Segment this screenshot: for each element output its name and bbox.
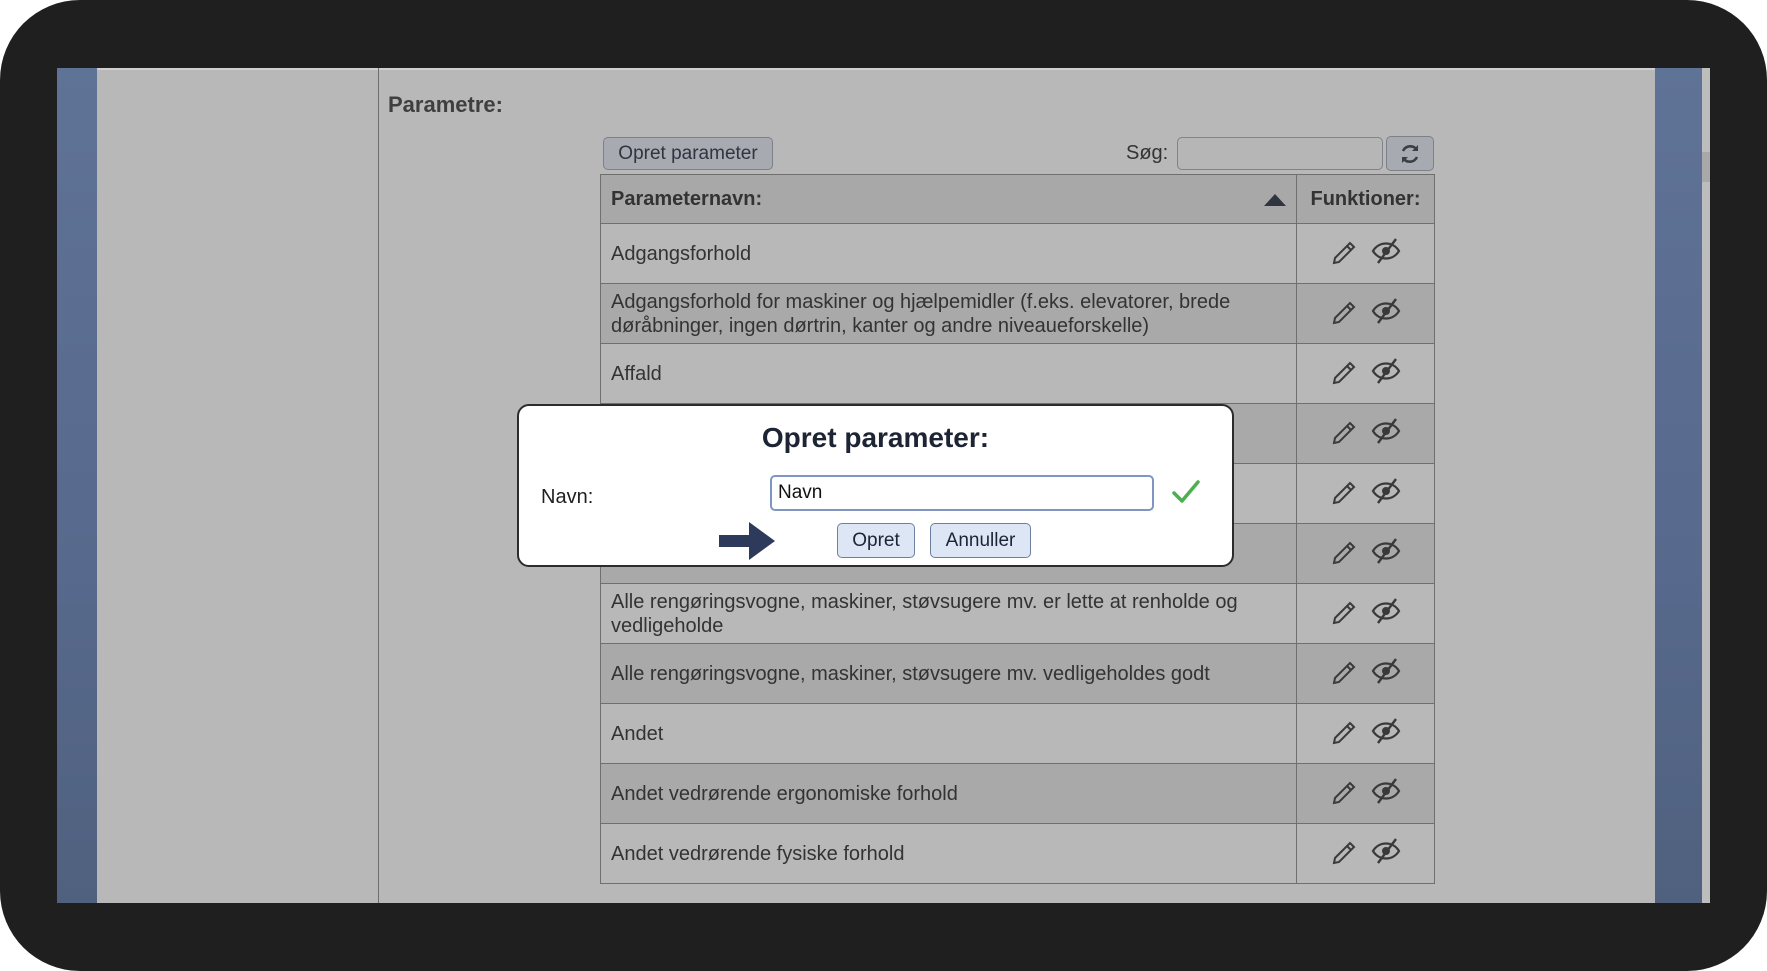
edit-pencil-icon[interactable]: [1330, 716, 1360, 746]
parameter-name: Alle rengøringsvogne, maskiner, støvsuge…: [600, 643, 1297, 704]
edit-pencil-icon[interactable]: [1330, 536, 1360, 566]
hide-eye-icon[interactable]: [1370, 296, 1402, 326]
edit-pencil-icon[interactable]: [1330, 776, 1360, 806]
search-label: Søg:: [1126, 142, 1169, 164]
scrollbar-thumb[interactable]: [1702, 152, 1710, 182]
table-row: Adgangsforhold for maskiner og hjælpemid…: [600, 283, 1435, 344]
table-row: Affald: [600, 343, 1435, 404]
top-border: [97, 68, 1655, 70]
left-background-panel: [57, 68, 97, 903]
hide-eye-icon[interactable]: [1370, 596, 1402, 626]
hide-eye-icon[interactable]: [1370, 236, 1402, 266]
parameter-name: Andet vedrørende fysiske forhold: [600, 823, 1297, 884]
edit-pencil-icon[interactable]: [1330, 476, 1360, 506]
create-parameter-button[interactable]: Opret parameter: [603, 137, 773, 170]
scrollbar-track[interactable]: [1702, 68, 1710, 903]
hide-eye-icon[interactable]: [1370, 476, 1402, 506]
edit-pencil-icon[interactable]: [1330, 296, 1360, 326]
edit-pencil-icon[interactable]: [1330, 416, 1360, 446]
parameter-name: Affald: [600, 343, 1297, 404]
table-row: Andet vedrørende ergonomiske forhold: [600, 763, 1435, 824]
hide-eye-icon[interactable]: [1370, 656, 1402, 686]
refresh-button[interactable]: [1386, 136, 1434, 171]
create-parameter-dialog: Opret parameter: Navn: Opret Annuller: [517, 404, 1234, 567]
table-row: Adgangsforhold: [600, 223, 1435, 284]
edit-pencil-icon[interactable]: [1330, 656, 1360, 686]
column-header-functions: Funktioner:: [1296, 174, 1435, 224]
sort-ascending-icon[interactable]: [1264, 193, 1286, 206]
search-input[interactable]: [1177, 137, 1383, 170]
checkmark-icon: [1172, 480, 1200, 503]
table-row: Alle rengøringsvogne, maskiner, støvsuge…: [600, 643, 1435, 704]
name-label: Navn:: [541, 486, 594, 508]
hide-eye-icon[interactable]: [1370, 416, 1402, 446]
table-row: Andet: [600, 703, 1435, 764]
hide-eye-icon[interactable]: [1370, 536, 1402, 566]
cancel-button[interactable]: Annuller: [930, 523, 1031, 558]
parameter-name: Andet vedrørende ergonomiske forhold: [600, 763, 1297, 824]
hide-eye-icon[interactable]: [1370, 356, 1402, 386]
parameter-name: Alle rengøringsvogne, maskiner, støvsuge…: [600, 583, 1297, 644]
hide-eye-icon[interactable]: [1370, 776, 1402, 806]
dialog-title: Opret parameter:: [761, 422, 990, 453]
parameter-name: Adgangsforhold: [600, 223, 1297, 284]
table-row: Alle rengøringsvogne, maskiner, støvsuge…: [600, 583, 1435, 644]
name-input[interactable]: [770, 475, 1154, 511]
right-background-panel: [1655, 68, 1702, 903]
table-row: Andet vedrørende fysiske forhold: [600, 823, 1435, 884]
hide-eye-icon[interactable]: [1370, 716, 1402, 746]
confirm-create-button[interactable]: Opret: [837, 523, 915, 558]
pointer-arrow-icon: [719, 522, 775, 560]
hide-eye-icon[interactable]: [1370, 836, 1402, 866]
column-header-name[interactable]: Parameternavn:: [600, 174, 1297, 224]
edit-pencil-icon[interactable]: [1330, 356, 1360, 386]
sidebar-divider: [378, 68, 379, 903]
device-frame: Parametre: Opret parameter Søg: Paramete…: [0, 0, 1767, 971]
app-screen: Parametre: Opret parameter Søg: Paramete…: [57, 68, 1710, 903]
refresh-icon: [1401, 144, 1419, 163]
edit-pencil-icon[interactable]: [1330, 596, 1360, 626]
edit-pencil-icon[interactable]: [1330, 836, 1360, 866]
parameter-name: Andet: [600, 703, 1297, 764]
edit-pencil-icon[interactable]: [1330, 236, 1360, 266]
section-title: Parametre:: [388, 92, 503, 117]
parameter-name: Adgangsforhold for maskiner og hjælpemid…: [600, 283, 1297, 344]
